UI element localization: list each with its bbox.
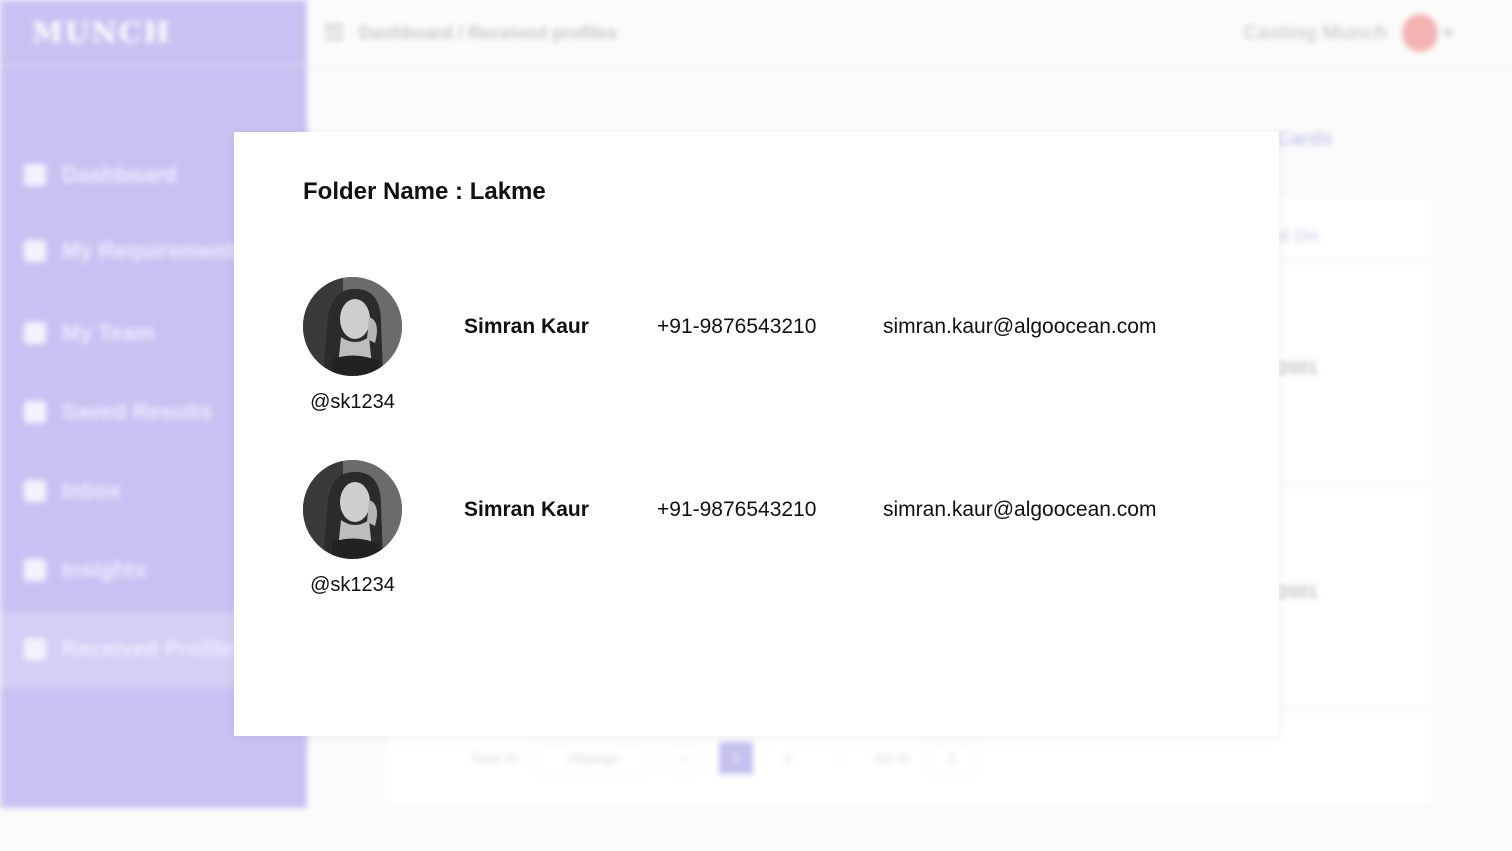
goto-label: Go to (875, 750, 910, 766)
profile-avatar[interactable] (303, 277, 402, 376)
page-size-select[interactable]: 20/page (537, 742, 650, 774)
dashboard-icon (24, 164, 46, 186)
table-cell-year: 2001 (1278, 358, 1319, 378)
avatar[interactable] (1402, 14, 1438, 52)
profile-row[interactable]: @sk1234 Simran Kaur +91-9876543210 simra… (303, 277, 1223, 427)
sidebar-item-label: Inbox (62, 478, 121, 503)
sidebar-item-my-requirements[interactable]: My Requirements (24, 238, 245, 264)
profile-email: simran.kaur@algoocean.com (883, 315, 1157, 338)
topbar: Dashboard / Received profiles Casting Mu… (307, 0, 1512, 67)
profile-handle: @sk1234 (310, 574, 395, 596)
user-name[interactable]: Casting Munch (1244, 22, 1387, 45)
clipboard-icon (24, 240, 46, 262)
goto-page-input[interactable]: 1 (927, 742, 978, 774)
folder-modal: Folder Name : Lakme @sk1234 Simran Kaur … (234, 132, 1279, 736)
table-cell-year: 2001 (1278, 582, 1319, 602)
profile-handle: @sk1234 (310, 391, 395, 413)
profile-name[interactable]: Simran Kaur (464, 315, 589, 339)
column-header: d On (1278, 226, 1319, 246)
menu-icon[interactable] (325, 24, 343, 40)
page-2-button[interactable]: 2 (771, 742, 805, 774)
team-icon (24, 322, 46, 344)
tab-cards[interactable]: Cards (1276, 128, 1333, 151)
breadcrumb: Dashboard / Received profiles (359, 23, 618, 43)
user-icon (24, 638, 46, 660)
sidebar-item-received-profiles[interactable]: Received Profiles (24, 636, 245, 662)
pagination-total: Total 31 (470, 750, 520, 766)
profile-avatar[interactable] (303, 460, 402, 559)
modal-title: Folder Name : Lakme (303, 178, 546, 205)
logo: MUNCH (32, 16, 172, 49)
filter-icon (24, 401, 46, 423)
sidebar-item-label: Dashboard (62, 162, 177, 187)
sidebar-item-label: My Team (62, 320, 155, 345)
profile-name[interactable]: Simran Kaur (464, 498, 589, 522)
sidebar-item-dashboard[interactable]: Dashboard (24, 162, 177, 188)
sidebar-item-my-team[interactable]: My Team (24, 320, 155, 346)
chat-icon (24, 480, 46, 502)
prev-page-button[interactable]: ‹ (667, 742, 702, 774)
sidebar-item-label: Saved Results (62, 399, 213, 424)
profile-photo (303, 460, 402, 559)
logo-area: MUNCH (0, 0, 307, 67)
chart-icon (24, 559, 46, 581)
profile-phone: +91-9876543210 (657, 315, 817, 338)
sidebar-item-label: My Requirements (62, 238, 246, 263)
sidebar-item-label: Received Profiles (62, 636, 246, 661)
profile-email: simran.kaur@algoocean.com (883, 498, 1157, 521)
pagination: Total 31 20/page ‹ 1 2 › Go to 1 (470, 742, 978, 774)
sidebar-item-inbox[interactable]: Inbox (24, 478, 121, 504)
sidebar-item-insights[interactable]: Insights (24, 557, 146, 583)
profile-phone: +91-9876543210 (657, 498, 817, 521)
page-1-button[interactable]: 1 (719, 742, 754, 774)
profile-photo (303, 277, 402, 376)
sidebar-item-saved-results[interactable]: Saved Results (24, 399, 212, 425)
next-page-button[interactable]: › (823, 742, 857, 774)
profile-row[interactable]: @sk1234 Simran Kaur +91-9876543210 simra… (303, 460, 1223, 610)
sidebar-item-label: Insights (62, 557, 147, 582)
chevron-down-icon[interactable] (1442, 30, 1454, 37)
